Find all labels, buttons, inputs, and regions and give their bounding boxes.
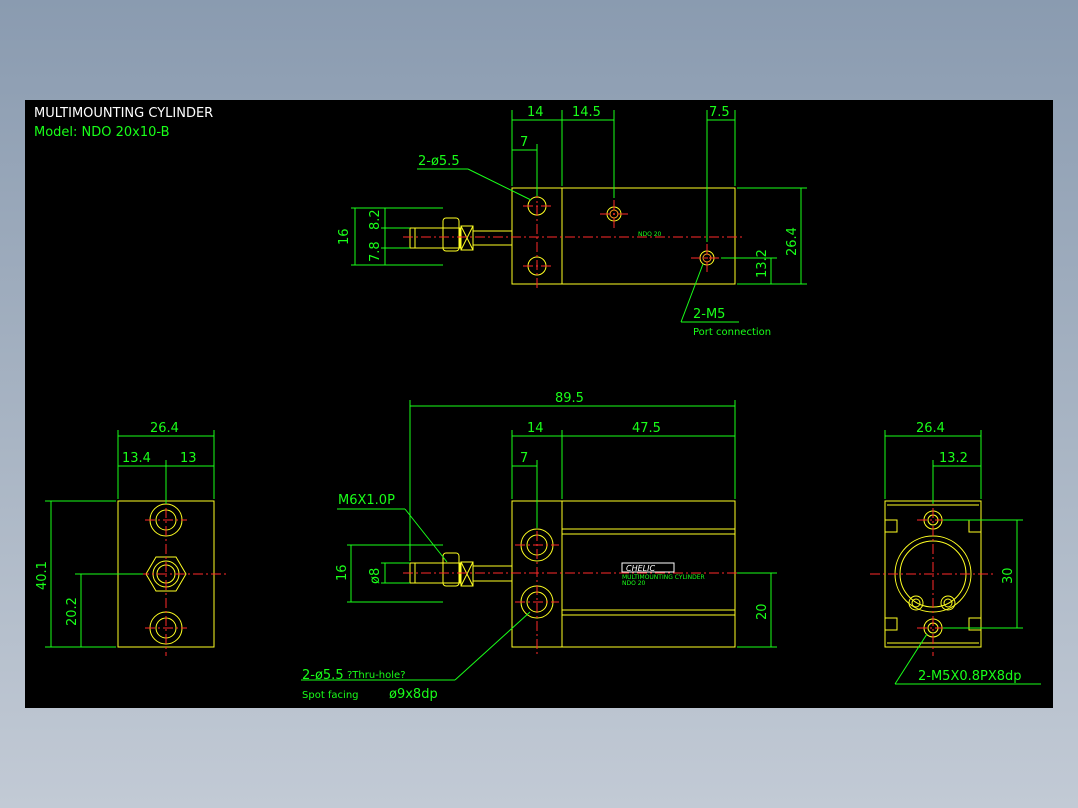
brand-sub-2: NDO 20 <box>622 580 646 587</box>
dim-front-phi-8: ø8 <box>368 568 383 584</box>
model-label: Model: NDO 20x10-B <box>34 125 170 140</box>
dim-left-26-4: 26.4 <box>150 421 179 436</box>
spot-facing-value: ø9x8dp <box>389 687 438 702</box>
spot-facing-label: Spot facing <box>302 690 359 701</box>
dim-top-7-5: 7.5 <box>709 105 730 120</box>
drawing-title: MULTIMOUNTING CYLINDER <box>34 106 213 121</box>
dim-right-26-4: 26.4 <box>916 421 945 436</box>
top-port-callout: 2-M5 <box>693 307 725 322</box>
dim-top-26-4: 26.4 <box>785 227 800 256</box>
dim-left-13: 13 <box>180 451 197 466</box>
dim-top-13-2: 13.2 <box>755 249 770 278</box>
dim-right-30: 30 <box>1001 567 1016 584</box>
top-body-label: NDO 20 <box>638 231 662 238</box>
dim-front-47-5: 47.5 <box>632 421 661 436</box>
top-rod <box>409 227 461 249</box>
dim-top-8-2: 8.2 <box>368 209 383 230</box>
right-slot-tl <box>885 519 898 533</box>
top-nut <box>442 217 460 252</box>
right-port-callout: 2-M5X0.8PX8dp <box>918 669 1022 684</box>
dim-top-16: 16 <box>337 228 352 245</box>
top-view: NDO 20 14 14.5 7.5 7 2-ø5.5 16 8.2 7.8 2… <box>337 105 807 338</box>
right-slot-bl <box>885 617 898 631</box>
dim-right-13-2: 13.2 <box>939 451 968 466</box>
dim-left-40-1: 40.1 <box>35 561 50 590</box>
cad-drawing: MULTIMOUNTING CYLINDER Model: NDO 20x10-… <box>34 105 1041 702</box>
right-slot-tr <box>968 519 981 533</box>
front-nut <box>442 552 460 587</box>
left-end-view: 26.4 13.4 13 40.1 20.2 <box>35 421 229 656</box>
top-port-note: Port connection <box>693 327 771 338</box>
dim-front-89-5: 89.5 <box>555 391 584 406</box>
dim-left-13-4: 13.4 <box>122 451 151 466</box>
dim-front-20: 20 <box>755 603 770 620</box>
front-hole-note: ?Thru-hole? <box>347 670 406 681</box>
dim-front-7: 7 <box>520 451 528 466</box>
brand-logo: CHELIC <box>626 564 655 573</box>
front-hole-callout: 2-ø5.5 <box>302 668 344 683</box>
dim-front-16: 16 <box>335 564 350 581</box>
dim-left-20-2: 20.2 <box>65 597 80 626</box>
dim-top-7-8: 7.8 <box>368 241 383 262</box>
dim-top-14-5: 14.5 <box>572 105 601 120</box>
drawing-canvas: MULTIMOUNTING CYLINDER Model: NDO 20x10-… <box>25 100 1053 708</box>
dim-top-14: 14 <box>527 105 544 120</box>
right-end-view: 26.4 13.2 30 2-M5X0.8PX8dp <box>870 421 1041 685</box>
dim-top-7: 7 <box>520 135 528 150</box>
front-thread-callout: M6X1.0P <box>338 493 395 508</box>
dim-front-14: 14 <box>527 421 544 436</box>
top-hole-callout: 2-ø5.5 <box>418 154 460 169</box>
front-view: CHELIC MULTIMOUNTING CYLINDER NDO 20 89.… <box>301 391 777 702</box>
